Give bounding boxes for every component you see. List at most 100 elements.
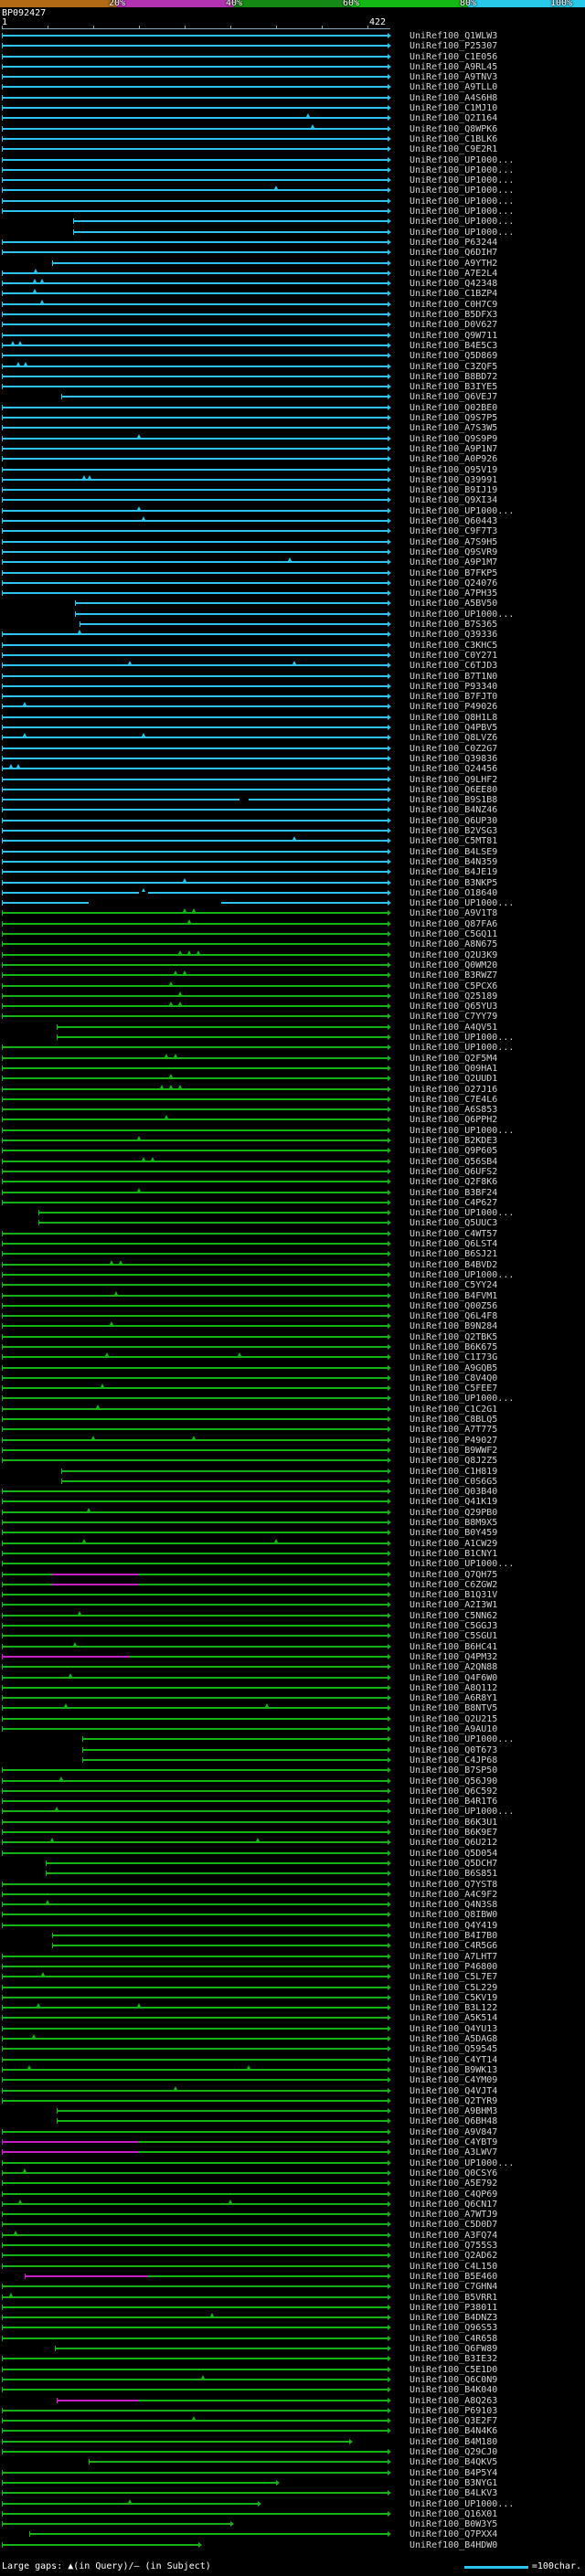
hit-row[interactable]: UniRef100_Q59545 bbox=[0, 2044, 585, 2054]
hit-row[interactable]: UniRef100_C5SGU1 bbox=[0, 1631, 585, 1641]
hit-label[interactable]: UniRef100_Q8H1L8 bbox=[410, 713, 497, 723]
hit-label[interactable]: UniRef100_C9F7T3 bbox=[410, 526, 497, 536]
hit-label[interactable]: UniRef100_A4C9F2 bbox=[410, 1890, 497, 1900]
hit-row[interactable]: UniRef100_A9TNV3 bbox=[0, 72, 585, 82]
hit-label[interactable]: UniRef100_A9P1N7 bbox=[410, 444, 497, 454]
hit-label[interactable]: UniRef100_B2KDE3 bbox=[410, 1136, 497, 1146]
hit-row[interactable]: UniRef100_Q6VEJ7 bbox=[0, 392, 585, 402]
hit-label[interactable]: UniRef100_C6ZGW2 bbox=[410, 1580, 497, 1590]
hit-label[interactable]: UniRef100_Q96S53 bbox=[410, 2323, 497, 2333]
hit-row[interactable]: UniRef100_B9S1B8 bbox=[0, 795, 585, 805]
hit-row[interactable]: UniRef100_UP1000... bbox=[0, 1126, 585, 1136]
hit-label[interactable]: UniRef100_C0H7C9 bbox=[410, 300, 497, 310]
hit-row[interactable]: UniRef100_Q4N3S8 bbox=[0, 1900, 585, 1910]
hit-label[interactable]: UniRef100_A7S9H5 bbox=[410, 537, 497, 547]
hit-label[interactable]: UniRef100_Q6LST4 bbox=[410, 1239, 497, 1249]
hit-label[interactable]: UniRef100_C1I73G bbox=[410, 1352, 497, 1362]
hit-row[interactable]: UniRef100_B2VSG3 bbox=[0, 826, 585, 836]
hit-label[interactable]: UniRef100_UP1000... bbox=[410, 1208, 514, 1218]
hit-row[interactable]: UniRef100_B4E5C3 bbox=[0, 340, 585, 351]
hit-label[interactable]: UniRef100_A7T775 bbox=[410, 1425, 497, 1435]
hit-row[interactable]: UniRef100_A9P1M7 bbox=[0, 557, 585, 567]
hit-label[interactable]: UniRef100_C5YY24 bbox=[410, 1280, 497, 1290]
hit-row[interactable]: UniRef100_B4QKV5 bbox=[0, 2457, 585, 2467]
hit-row[interactable]: UniRef100_C5L7E7 bbox=[0, 1972, 585, 1982]
hit-row[interactable]: UniRef100_UP1000... bbox=[0, 155, 585, 165]
hit-row[interactable]: UniRef100_A7T775 bbox=[0, 1425, 585, 1435]
hit-row[interactable]: UniRef100_A9V847 bbox=[0, 2127, 585, 2137]
hit-row[interactable]: UniRef100_B7FJT0 bbox=[0, 692, 585, 702]
hit-row[interactable]: UniRef100_Q39991 bbox=[0, 474, 585, 485]
hit-row[interactable]: UniRef100_A9P1N7 bbox=[0, 444, 585, 454]
hit-row[interactable]: UniRef100_B4K040 bbox=[0, 2385, 585, 2395]
hit-row[interactable]: UniRef100_C1C2G1 bbox=[0, 1404, 585, 1415]
hit-label[interactable]: UniRef100_Q2AD62 bbox=[410, 2251, 497, 2261]
hit-label[interactable]: UniRef100_B4BVD2 bbox=[410, 1260, 497, 1270]
hit-label[interactable]: UniRef100_C5FEE7 bbox=[410, 1383, 497, 1394]
hit-label[interactable]: UniRef100_B7FJT0 bbox=[410, 692, 497, 702]
hit-row[interactable]: UniRef100_B3RWZ7 bbox=[0, 970, 585, 981]
hit-row[interactable]: UniRef100_A5E792 bbox=[0, 2178, 585, 2189]
hit-row[interactable]: UniRef100_P38011 bbox=[0, 2303, 585, 2313]
hit-row[interactable]: UniRef100_A8Q112 bbox=[0, 1683, 585, 1693]
hit-row[interactable]: UniRef100_B1CNY1 bbox=[0, 1549, 585, 1559]
hit-label[interactable]: UniRef100_Q2U3K9 bbox=[410, 950, 497, 960]
hit-label[interactable]: UniRef100_Q6PPH2 bbox=[410, 1115, 497, 1125]
hit-row[interactable]: UniRef100_C7YY79 bbox=[0, 1012, 585, 1022]
hit-row[interactable]: UniRef100_Q8IBW0 bbox=[0, 1910, 585, 1920]
hit-row[interactable]: UniRef100_A7E2L4 bbox=[0, 268, 585, 279]
hit-label[interactable]: UniRef100_B9WK13 bbox=[410, 2065, 497, 2075]
hit-label[interactable]: UniRef100_Q6C0N9 bbox=[410, 2375, 497, 2385]
hit-row[interactable]: UniRef100_A7LHT7 bbox=[0, 1952, 585, 1962]
hit-row[interactable]: UniRef100_Q8LVZ6 bbox=[0, 733, 585, 743]
hit-row[interactable]: UniRef100_C5L229 bbox=[0, 1983, 585, 1993]
hit-row[interactable]: UniRef100_UP1000... bbox=[0, 1033, 585, 1043]
hit-label[interactable]: UniRef100_A8N675 bbox=[410, 939, 497, 949]
hit-label[interactable]: UniRef100_UP1000... bbox=[410, 1734, 514, 1744]
hit-row[interactable]: UniRef100_Q6L4F8 bbox=[0, 1311, 585, 1321]
hit-row[interactable]: UniRef100_Q42348 bbox=[0, 279, 585, 289]
hit-row[interactable]: UniRef100_Q6C592 bbox=[0, 1786, 585, 1797]
hit-row[interactable]: UniRef100_B4BVD2 bbox=[0, 1259, 585, 1270]
hit-label[interactable]: UniRef100_B7FKP5 bbox=[410, 568, 497, 578]
hit-label[interactable]: UniRef100_B7T1N0 bbox=[410, 672, 497, 682]
hit-label[interactable]: UniRef100_Q4Y419 bbox=[410, 1921, 497, 1931]
hit-row[interactable]: UniRef100_UP1000... bbox=[0, 165, 585, 175]
hit-row[interactable]: UniRef100_B8M9X5 bbox=[0, 1518, 585, 1528]
hit-label[interactable]: UniRef100_UP1000... bbox=[410, 207, 514, 217]
hit-label[interactable]: UniRef100_A1CW29 bbox=[410, 1539, 497, 1549]
hit-label[interactable]: UniRef100_A5DAG8 bbox=[410, 2034, 497, 2044]
hit-row[interactable]: UniRef100_Q24076 bbox=[0, 578, 585, 588]
hit-row[interactable]: UniRef100_C3KHC5 bbox=[0, 641, 585, 651]
hit-row[interactable]: UniRef100_C7E4L6 bbox=[0, 1095, 585, 1105]
hit-label[interactable]: UniRef100_Q9XI34 bbox=[410, 495, 497, 505]
hit-row[interactable]: UniRef100_Q6LST4 bbox=[0, 1239, 585, 1249]
hit-label[interactable]: UniRef100_C4YT14 bbox=[410, 2055, 497, 2065]
hit-label[interactable]: UniRef100_B6HC41 bbox=[410, 1642, 497, 1652]
hit-label[interactable]: UniRef100_Q7QH75 bbox=[410, 1570, 497, 1580]
hit-label[interactable]: UniRef100_A9RL45 bbox=[410, 62, 497, 72]
hit-row[interactable]: UniRef100_UP1000... bbox=[0, 610, 585, 620]
hit-row[interactable]: UniRef100_Q16X01 bbox=[0, 2509, 585, 2519]
hit-label[interactable]: UniRef100_A7LHT7 bbox=[410, 1952, 497, 1962]
hit-label[interactable]: UniRef100_Q16X01 bbox=[410, 2509, 497, 2519]
hit-label[interactable]: UniRef100_C7GHN4 bbox=[410, 2282, 497, 2292]
hit-label[interactable]: UniRef100_Q6VEJ7 bbox=[410, 392, 497, 402]
hit-label[interactable]: UniRef100_C1H819 bbox=[410, 1467, 497, 1477]
hit-row[interactable]: UniRef100_B4P5Y4 bbox=[0, 2468, 585, 2478]
hit-label[interactable]: UniRef100_Q6C592 bbox=[410, 1786, 497, 1797]
hit-label[interactable]: UniRef100_C5GQ11 bbox=[410, 929, 497, 939]
hit-label[interactable]: UniRef100_Q8IBW0 bbox=[410, 1910, 497, 1920]
hit-row[interactable]: UniRef100_Q00Z56 bbox=[0, 1301, 585, 1311]
hit-row[interactable]: UniRef100_Q2U3K9 bbox=[0, 949, 585, 960]
hit-label[interactable]: UniRef100_UP1000... bbox=[410, 165, 514, 175]
hit-row[interactable]: UniRef100_C7GHN4 bbox=[0, 2282, 585, 2292]
hit-label[interactable]: UniRef100_Q87FA6 bbox=[410, 919, 497, 929]
hit-label[interactable]: UniRef100_Q8LVZ6 bbox=[410, 733, 497, 743]
hit-row[interactable]: UniRef100_C4JP68 bbox=[0, 1755, 585, 1765]
hit-label[interactable]: UniRef100_B3BF24 bbox=[410, 1188, 497, 1198]
hit-label[interactable]: UniRef100_B6K3U1 bbox=[410, 1818, 497, 1828]
hit-row[interactable]: UniRef100_B7T1N0 bbox=[0, 672, 585, 682]
hit-label[interactable]: UniRef100_B9S1B8 bbox=[410, 795, 497, 805]
hit-row[interactable]: UniRef100_Q6C0N9 bbox=[0, 2374, 585, 2385]
